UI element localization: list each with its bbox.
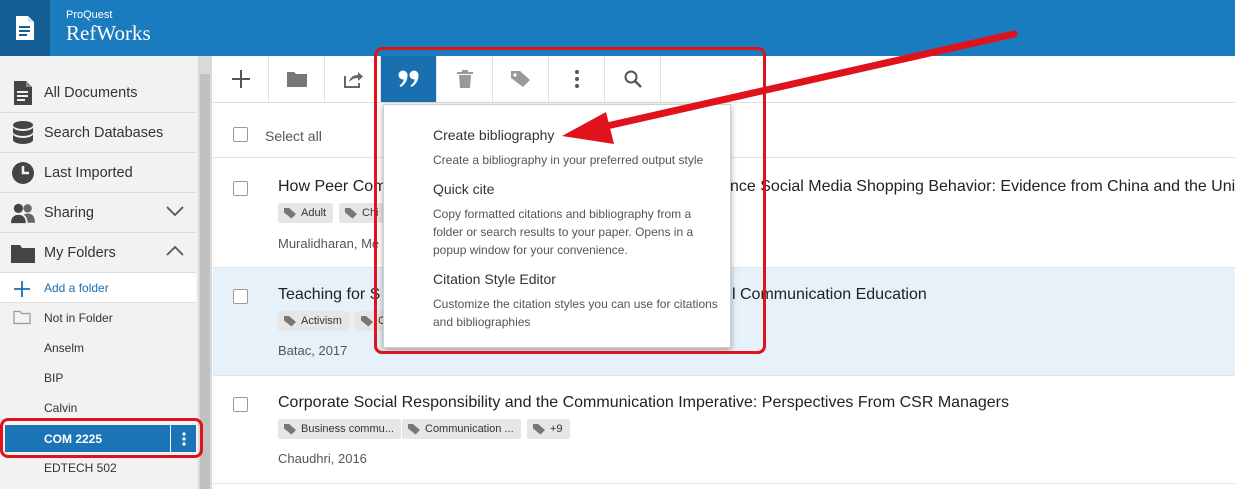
annotation-arrow xyxy=(562,30,1018,144)
